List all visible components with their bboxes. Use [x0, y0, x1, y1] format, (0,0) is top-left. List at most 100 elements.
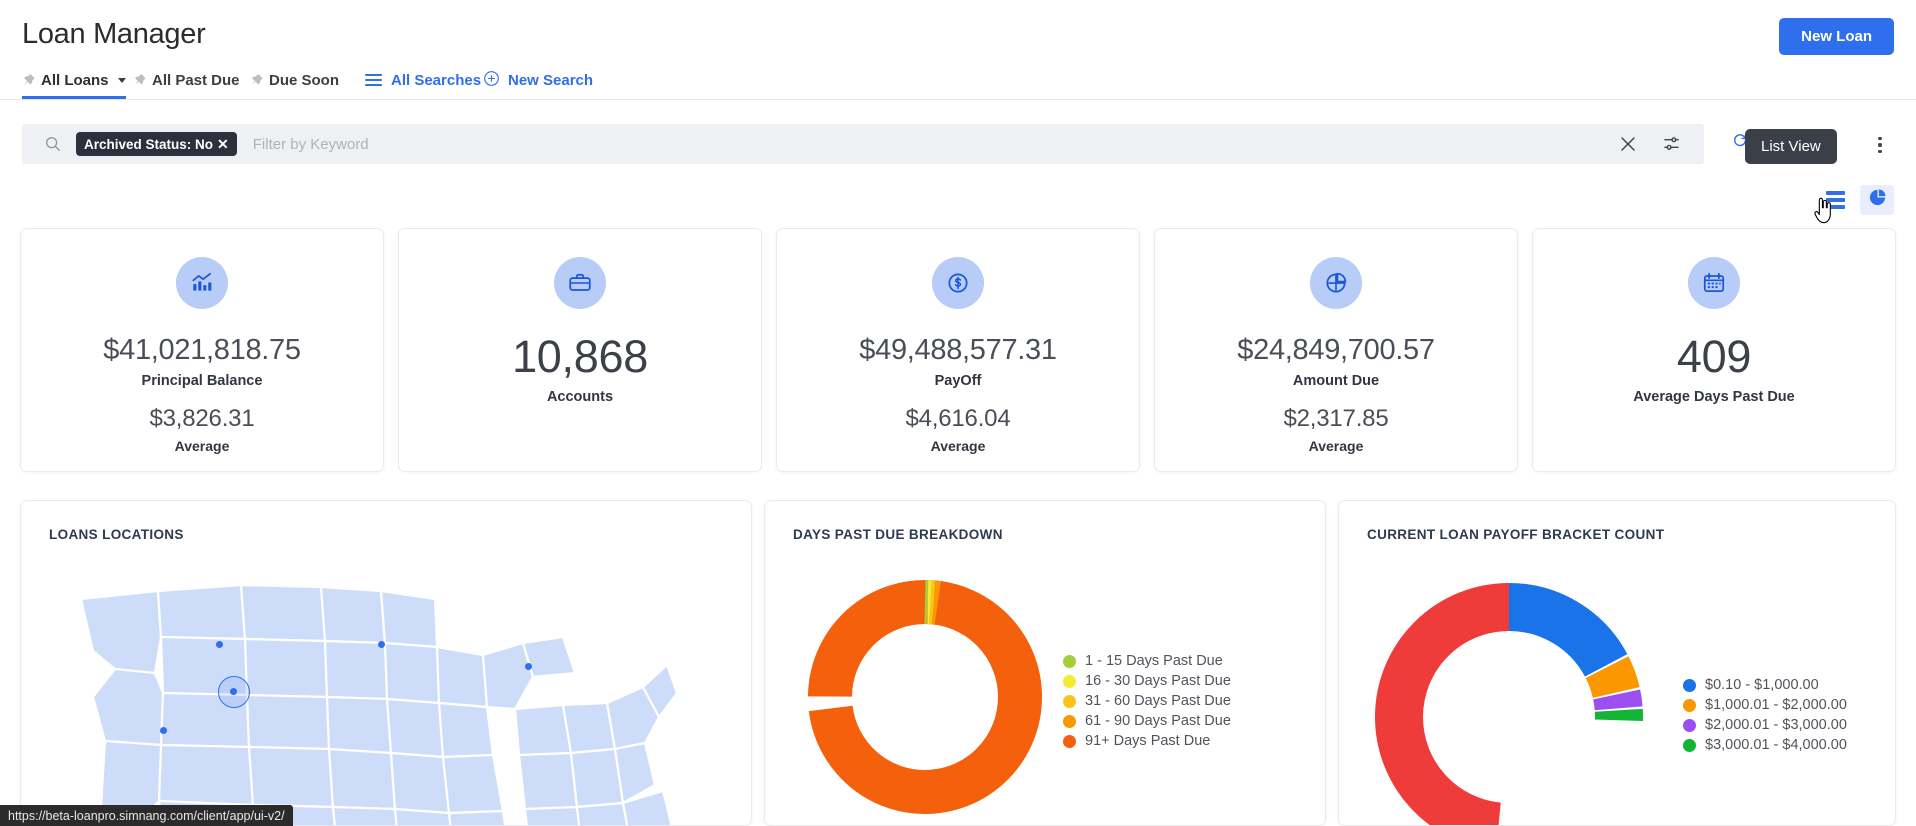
legend-label: $2,000.01 - $3,000.00: [1705, 717, 1847, 733]
search-input[interactable]: [252, 135, 1606, 153]
calendar-icon: [1688, 257, 1740, 309]
filter-chip-archived-status[interactable]: Archived Status: No ✕: [76, 132, 237, 156]
legend-item[interactable]: $2,000.01 - $3,000.00: [1683, 717, 1847, 733]
dollar-circle-icon: [932, 257, 984, 309]
tab-due-soon[interactable]: Due Soon: [250, 62, 339, 98]
legend-color-swatch: [1063, 694, 1076, 708]
legend-item[interactable]: 61 - 90 Days Past Due: [1063, 713, 1231, 729]
legend-color-swatch: [1683, 738, 1696, 752]
map-marker[interactable]: [160, 727, 167, 734]
pie-chart-icon: [1310, 257, 1362, 309]
stat-card-row: $41,021,818.75 Principal Balance $3,826.…: [20, 228, 1896, 472]
map-marker[interactable]: [216, 641, 223, 648]
legend-color-swatch: [1683, 698, 1696, 712]
tab-all-searches[interactable]: All Searches: [365, 62, 481, 98]
list-view-button[interactable]: [1818, 185, 1852, 215]
legend-color-swatch: [1063, 734, 1076, 748]
legend-label: $0.10 - $1,000.00: [1705, 677, 1819, 693]
us-map[interactable]: [21, 567, 751, 825]
tab-label: All Past Due: [152, 71, 240, 89]
hamburger-icon: [365, 73, 382, 87]
panel-loans-locations: LOANS LOCATIONS: [20, 500, 752, 826]
tab-new-search[interactable]: New Search: [483, 62, 593, 98]
more-vertical-icon[interactable]: [1866, 130, 1894, 160]
tab-all-past-due[interactable]: All Past Due: [133, 62, 240, 98]
chart-view-icon: [1868, 188, 1887, 212]
legend-color-swatch: [1063, 654, 1076, 668]
search-icon: [44, 135, 62, 153]
legend-item[interactable]: 1 - 15 Days Past Due: [1063, 653, 1231, 669]
stat-sublabel: Average: [174, 438, 230, 454]
payoff-bracket-legend: $0.10 - $1,000.00 $1,000.01 - $2,000.00 …: [1683, 677, 1847, 753]
stat-secondary-value: $3,826.31: [149, 405, 255, 432]
pin-icon: [250, 73, 264, 87]
stat-secondary-value: $4,616.04: [905, 405, 1011, 432]
stat-card-amount-due[interactable]: $24,849,700.57 Amount Due $2,317.85 Aver…: [1154, 228, 1518, 472]
analytics-chart-icon: [176, 257, 228, 309]
legend-label: 31 - 60 Days Past Due: [1085, 693, 1231, 709]
chevron-down-icon[interactable]: [117, 77, 126, 83]
tab-label: All Loans: [41, 71, 109, 89]
filter-settings-icon[interactable]: [1662, 134, 1682, 154]
list-view-icon: [1825, 191, 1845, 209]
pin-icon: [133, 73, 147, 87]
stat-card-accounts[interactable]: 10,868 Accounts: [398, 228, 762, 472]
legend-color-swatch: [1683, 678, 1696, 692]
stat-label: Amount Due: [1292, 373, 1380, 389]
panel-title: CURRENT LOAN PAYOFF BRACKET COUNT: [1367, 527, 1665, 542]
map-marker[interactable]: [230, 688, 237, 695]
chip-remove-icon[interactable]: ✕: [217, 137, 229, 151]
panel-title: DAYS PAST DUE BREAKDOWN: [793, 527, 1003, 542]
app-header: Loan Manager New Loan: [0, 0, 1916, 70]
legend-item[interactable]: 31 - 60 Days Past Due: [1063, 693, 1231, 709]
stat-label: PayOff: [934, 373, 982, 389]
plus-circle-icon: [483, 70, 500, 91]
stat-card-principal-balance[interactable]: $41,021,818.75 Principal Balance $3,826.…: [20, 228, 384, 472]
stat-secondary-value: $2,317.85: [1283, 405, 1389, 432]
stat-primary-value: $49,488,577.31: [859, 334, 1057, 366]
stat-primary-value: $24,849,700.57: [1237, 334, 1435, 366]
dashboard-panels: LOANS LOCATIONS DAYS PAST DUE BREAKDOWN …: [20, 500, 1896, 826]
legend-label: $3,000.01 - $4,000.00: [1705, 737, 1847, 753]
tab-label: All Searches: [391, 71, 482, 89]
payoff-bracket-donut[interactable]: [1369, 577, 1649, 825]
stat-sublabel: Average: [1308, 438, 1364, 454]
legend-color-swatch: [1683, 718, 1696, 732]
panel-title: LOANS LOCATIONS: [49, 527, 184, 542]
stat-label: Average Days Past Due: [1633, 389, 1795, 405]
legend-item[interactable]: 16 - 30 Days Past Due: [1063, 673, 1231, 689]
new-loan-button[interactable]: New Loan: [1779, 18, 1894, 55]
clear-search-icon[interactable]: [1618, 134, 1638, 154]
legend-item[interactable]: $3,000.01 - $4,000.00: [1683, 737, 1847, 753]
legend-label: 61 - 90 Days Past Due: [1085, 713, 1231, 729]
tab-all-loans[interactable]: All Loans: [22, 62, 126, 99]
stat-primary-value: 409: [1676, 331, 1752, 382]
legend-item[interactable]: $1,000.01 - $2,000.00: [1683, 697, 1847, 713]
tab-label: New Search: [508, 71, 594, 89]
tab-label: Due Soon: [269, 71, 339, 89]
stat-card-payoff[interactable]: $49,488,577.31 PayOff $4,616.04 Average: [776, 228, 1140, 472]
legend-item[interactable]: 91+ Days Past Due: [1063, 733, 1231, 749]
chip-label: Archived Status: No: [84, 136, 214, 152]
stat-primary-value: 10,868: [512, 331, 648, 382]
search-bar[interactable]: Archived Status: No ✕: [22, 124, 1704, 164]
legend-label: 1 - 15 Days Past Due: [1085, 653, 1223, 669]
legend-label: 16 - 30 Days Past Due: [1085, 673, 1231, 689]
page-title: Loan Manager: [22, 18, 206, 50]
legend-color-swatch: [1063, 674, 1076, 688]
pin-icon: [22, 73, 36, 87]
legend-color-swatch: [1063, 714, 1076, 728]
briefcase-icon: [554, 257, 606, 309]
map-marker[interactable]: [378, 641, 385, 648]
tab-strip: All Loans All Past Due Due Soon All Sear…: [0, 62, 1916, 100]
days-past-due-donut[interactable]: [805, 577, 1045, 822]
legend-label: 91+ Days Past Due: [1085, 733, 1211, 749]
panel-days-past-due-breakdown: DAYS PAST DUE BREAKDOWN 1 - 15 Days Past…: [764, 500, 1326, 826]
chart-view-button[interactable]: [1860, 185, 1894, 215]
stat-label: Accounts: [546, 389, 614, 405]
status-bar-url: https://beta-loanpro.simnang.com/client/…: [0, 805, 293, 826]
legend-item[interactable]: $0.10 - $1,000.00: [1683, 677, 1847, 693]
stat-card-average-days-past-due[interactable]: 409 Average Days Past Due: [1532, 228, 1896, 472]
search-toolbar: Archived Status: No ✕ Reset: [22, 124, 1894, 164]
map-marker[interactable]: [525, 663, 532, 670]
